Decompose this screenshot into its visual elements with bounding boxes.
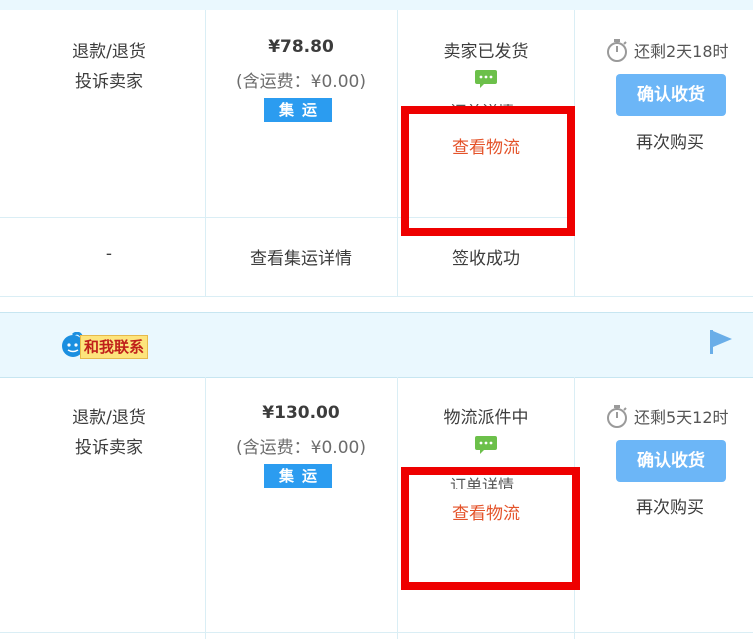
highlight-box <box>401 467 580 590</box>
complain-link[interactable]: 投诉卖家 <box>50 433 168 458</box>
consolidation-detail-link[interactable]: 查看集运详情 <box>206 244 396 269</box>
consolidation-tag: 集运 <box>264 464 332 488</box>
buy-again-link[interactable]: 再次购买 <box>590 493 750 518</box>
shipping-fee-note: (含运费：¥0.00) <box>236 438 366 458</box>
confirm-receipt-button[interactable]: 确认收货 <box>616 74 726 116</box>
stopwatch-icon <box>607 39 627 62</box>
buy-again-link[interactable]: 再次购买 <box>590 128 750 153</box>
stopwatch-icon <box>607 405 627 428</box>
shipping-fee-note: (含运费：¥0.00) <box>236 72 366 92</box>
sign-status: 签收成功 <box>452 249 520 269</box>
row-divider <box>0 296 753 297</box>
chat-bubble-icon[interactable] <box>475 70 497 88</box>
chat-bubble-icon[interactable] <box>475 436 497 454</box>
flag-icon[interactable] <box>708 328 734 356</box>
highlight-box <box>401 106 575 236</box>
order-status: 卖家已发货 <box>443 42 529 62</box>
row-divider <box>0 632 753 633</box>
remaining-time: 还剩5天12时 <box>634 408 729 427</box>
confirm-receipt-button[interactable]: 确认收货 <box>616 440 726 482</box>
order-status: 物流派件中 <box>443 408 529 428</box>
refund-status: - <box>105 244 113 264</box>
order-price: ¥78.80 <box>268 37 334 57</box>
top-header-band <box>0 0 753 10</box>
consolidation-tag: 集运 <box>264 98 332 122</box>
order-price: ¥130.00 <box>262 403 340 423</box>
refund-link[interactable]: 退款/退货 <box>50 37 168 62</box>
contact-seller-button[interactable]: 和我联系 <box>80 335 149 359</box>
refund-link[interactable]: 退款/退货 <box>50 403 168 428</box>
remaining-time: 还剩2天18时 <box>634 42 729 61</box>
complain-link[interactable]: 投诉卖家 <box>50 67 168 92</box>
